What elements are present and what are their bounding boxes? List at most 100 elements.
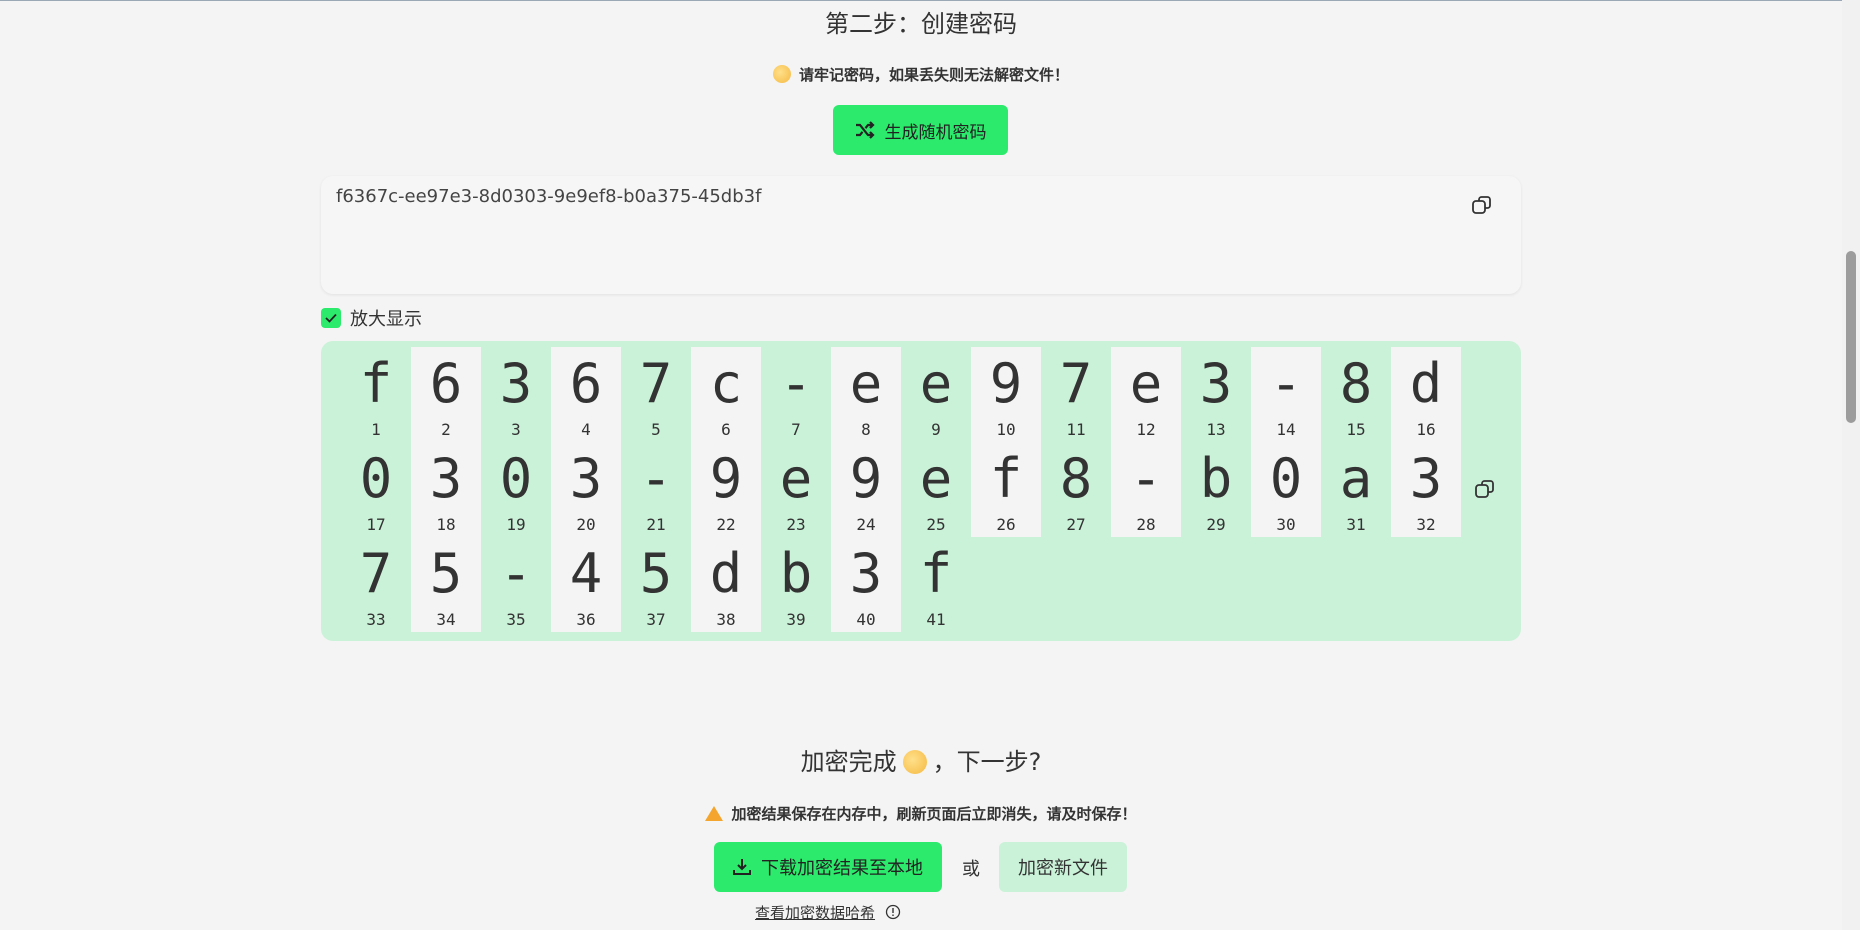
password-char: 9 [709, 447, 743, 510]
generate-random-password-button[interactable]: 生成随机密码 [833, 105, 1008, 155]
scrollbar-thumb[interactable] [1846, 251, 1856, 423]
password-char-cell: 3 18 [411, 442, 481, 537]
password-char: 6 [429, 352, 463, 415]
password-char-index: 40 [856, 610, 876, 629]
password-char-index: 10 [996, 420, 1016, 439]
password-char-cell: 5 37 [621, 537, 691, 632]
password-char-index: 12 [1136, 420, 1156, 439]
encrypt-new-file-button[interactable]: 加密新文件 [999, 842, 1127, 892]
password-warning-text: 请牢记密码，如果丢失则无法解密文件！ [798, 66, 1069, 84]
password-char: 0 [359, 447, 393, 510]
password-char-index: 36 [576, 610, 596, 629]
password-char-cell: 3 40 [831, 537, 901, 632]
password-char-index: 23 [786, 515, 806, 534]
password-char-cell: -7 [761, 347, 831, 442]
password-char: - [639, 447, 673, 510]
memory-warning-text: 加密结果保存在内存中，刷新页面后立即消失，请及时保存！ [731, 805, 1137, 823]
password-char-cell: 64 [551, 347, 621, 442]
password-char-index: 35 [506, 610, 526, 629]
password-char: 4 [569, 542, 603, 605]
password-char: 7 [359, 542, 393, 605]
zoom-checkbox[interactable] [321, 308, 341, 328]
password-char-index: 33 [366, 610, 386, 629]
password-char-index: 21 [646, 515, 666, 534]
password-char-index: 19 [506, 515, 526, 534]
window-top-border [0, 0, 1860, 1]
password-char-index: 20 [576, 515, 596, 534]
password-char: 5 [639, 542, 673, 605]
password-char-cell: - 21 [621, 442, 691, 537]
winking-face-icon [902, 750, 927, 774]
password-char-cell: e 23 [761, 442, 831, 537]
password-char-index: 29 [1206, 515, 1226, 534]
password-char-index: 6 [721, 420, 731, 439]
password-char-index: 13 [1206, 420, 1226, 439]
password-char-index: 16 [1416, 420, 1436, 439]
copy-icon[interactable] [1471, 194, 1493, 216]
password-char-cell: - 28 [1111, 442, 1181, 537]
info-icon[interactable] [885, 904, 901, 920]
password-char-index: 37 [646, 610, 666, 629]
password-char-index: 30 [1276, 515, 1296, 534]
warning-icon [705, 806, 724, 821]
or-label: 或 [962, 859, 980, 880]
password-char-cell: f 26 [971, 442, 1041, 537]
password-field[interactable]: f6367c-ee97e3-8d0303-9e9ef8-b0a375-45db3… [321, 176, 1521, 294]
step2-title: 第二步：创建密码 [825, 10, 1017, 38]
password-char: 0 [499, 447, 533, 510]
password-char-index: 22 [716, 515, 736, 534]
password-char-cell: 62 [411, 347, 481, 442]
password-char: 3 [429, 447, 463, 510]
password-char: 8 [1339, 352, 1373, 415]
password-char-index: 15 [1346, 420, 1366, 439]
password-char-cell: 9 22 [691, 442, 761, 537]
zoom-display-toggle[interactable]: 放大显示 [321, 305, 422, 331]
password-char-cell: d 16 [1391, 347, 1461, 442]
password-char-index: 4 [581, 420, 591, 439]
password-char-cell: 0 17 [341, 442, 411, 537]
password-char: 3 [849, 542, 883, 605]
password-char: 7 [639, 352, 673, 415]
password-char-index: 9 [931, 420, 941, 439]
copy-icon[interactable] [1474, 478, 1496, 500]
password-char-index: 7 [791, 420, 801, 439]
password-char-cell: 75 [621, 347, 691, 442]
password-char: e [919, 352, 953, 415]
password-char-cell: 0 19 [481, 442, 551, 537]
new-file-button-label: 加密新文件 [1018, 858, 1108, 879]
password-char-index: 18 [436, 515, 456, 534]
memory-warning: 加密结果保存在内存中，刷新页面后立即消失，请及时保存！ [0, 803, 1842, 824]
password-char: 9 [849, 447, 883, 510]
password-char: f [359, 352, 393, 415]
download-button-label: 下载加密结果至本地 [761, 858, 923, 879]
password-char-index: 11 [1066, 420, 1086, 439]
password-char-cell: 0 30 [1251, 442, 1321, 537]
password-char-cell: 8 27 [1041, 442, 1111, 537]
password-char-cell: 5 34 [411, 537, 481, 632]
password-char: 8 [1059, 447, 1093, 510]
done-title-part2: ，下一步? [932, 748, 1042, 776]
generate-button-label: 生成随机密码 [884, 122, 987, 142]
password-char-cell: f 41 [901, 537, 971, 632]
password-value: f6367c-ee97e3-8d0303-9e9ef8-b0a375-45db3… [336, 186, 762, 207]
password-char-index: 3 [511, 420, 521, 439]
password-char: 3 [499, 352, 533, 415]
password-char-index: 2 [441, 420, 451, 439]
scrollbar[interactable] [1842, 0, 1860, 930]
password-char-cell: 4 36 [551, 537, 621, 632]
password-char: e [1129, 352, 1163, 415]
shocked-face-icon [772, 65, 791, 83]
password-char-index: 5 [651, 420, 661, 439]
password-char-cell: b 29 [1181, 442, 1251, 537]
password-char-cell: - 35 [481, 537, 551, 632]
password-char-cell: 9 10 [971, 347, 1041, 442]
download-result-button[interactable]: 下载加密结果至本地 [714, 842, 942, 892]
password-char-cell: 3 13 [1181, 347, 1251, 442]
password-char-index: 8 [861, 420, 871, 439]
password-char: e [849, 352, 883, 415]
password-char-cell: e9 [901, 347, 971, 442]
view-hash-link[interactable]: 查看加密数据哈希 [755, 902, 875, 923]
password-warning: 请牢记密码，如果丢失则无法解密文件！ [0, 64, 1842, 85]
password-char-index: 31 [1346, 515, 1366, 534]
password-char: 3 [1199, 352, 1233, 415]
